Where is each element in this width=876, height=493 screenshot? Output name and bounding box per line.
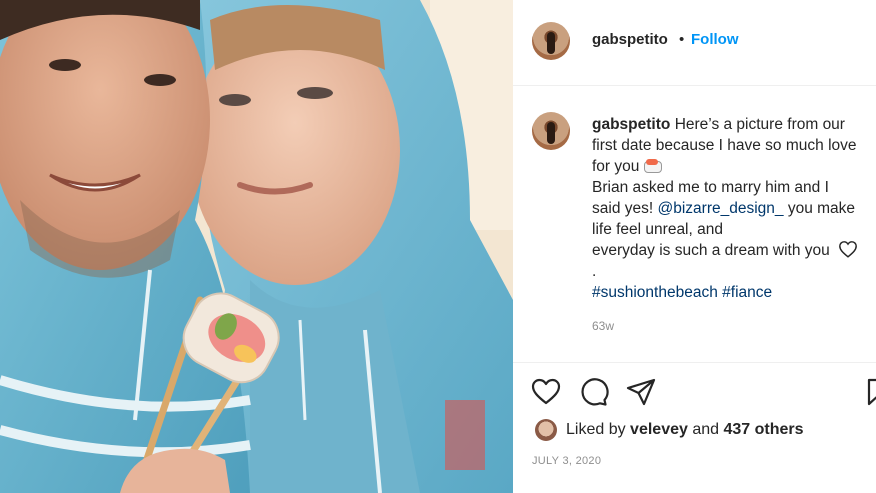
actions-divider <box>513 362 876 363</box>
follow-button[interactable]: Follow <box>691 31 739 48</box>
comment-timestamp[interactable]: 63w <box>592 319 614 333</box>
post-caption: gabspetito Here’s a picture from our fir… <box>592 114 876 303</box>
separator-dot: • <box>679 31 685 48</box>
caption-line-6: life feel unreal, and <box>592 221 723 238</box>
caption-line-7: everyday is such a dream with you <box>592 242 830 259</box>
heart-icon <box>531 378 561 405</box>
header-divider <box>513 85 876 86</box>
like-button[interactable] <box>530 376 562 408</box>
caption-line-5-end: you make <box>783 200 856 217</box>
liker-username[interactable]: velevey <box>630 421 688 438</box>
caption-line-4: Brian asked me to marry him and I <box>592 179 829 196</box>
post-date[interactable]: JULY 3, 2020 <box>532 455 601 467</box>
likes-prefix: Liked by <box>566 421 626 438</box>
sushi-emoji-icon <box>642 158 663 173</box>
share-button[interactable] <box>625 376 657 408</box>
caption-line-2: first date because I have so much love <box>592 137 857 154</box>
caption-avatar[interactable] <box>532 112 570 150</box>
caption-username[interactable]: gabspetito <box>592 116 670 133</box>
caption-line-3: for you <box>592 158 640 175</box>
comment-button[interactable] <box>577 376 609 408</box>
liker-avatar[interactable] <box>535 419 557 441</box>
likes-summary: Liked by velevey and 437 others <box>566 420 804 440</box>
hashtag-sushionthebeach[interactable]: #sushionthebeach <box>592 284 718 301</box>
bookmark-icon <box>867 378 876 406</box>
caption-line-5-start: said yes! <box>592 200 658 217</box>
post-photo[interactable] <box>0 0 513 493</box>
heart-outline-icon <box>839 241 858 258</box>
send-icon <box>626 378 656 406</box>
author-username[interactable]: gabspetito <box>592 31 668 48</box>
caption-line-1: Here’s a picture from our <box>674 116 845 133</box>
author-avatar[interactable] <box>532 22 570 60</box>
action-bar <box>513 372 876 412</box>
likes-and: and <box>692 421 720 438</box>
comment-icon <box>581 378 609 406</box>
likes-others-link[interactable]: 437 others <box>724 421 804 438</box>
save-button[interactable] <box>863 376 876 408</box>
post-details-panel: gabspetito • Follow gabspetito Here’s a … <box>513 0 876 493</box>
couple-photo-illustration <box>0 0 513 493</box>
mention-link[interactable]: @bizarre_design_ <box>657 200 783 217</box>
caption-line-8: . <box>592 263 597 280</box>
hashtag-fiance[interactable]: #fiance <box>722 284 772 301</box>
